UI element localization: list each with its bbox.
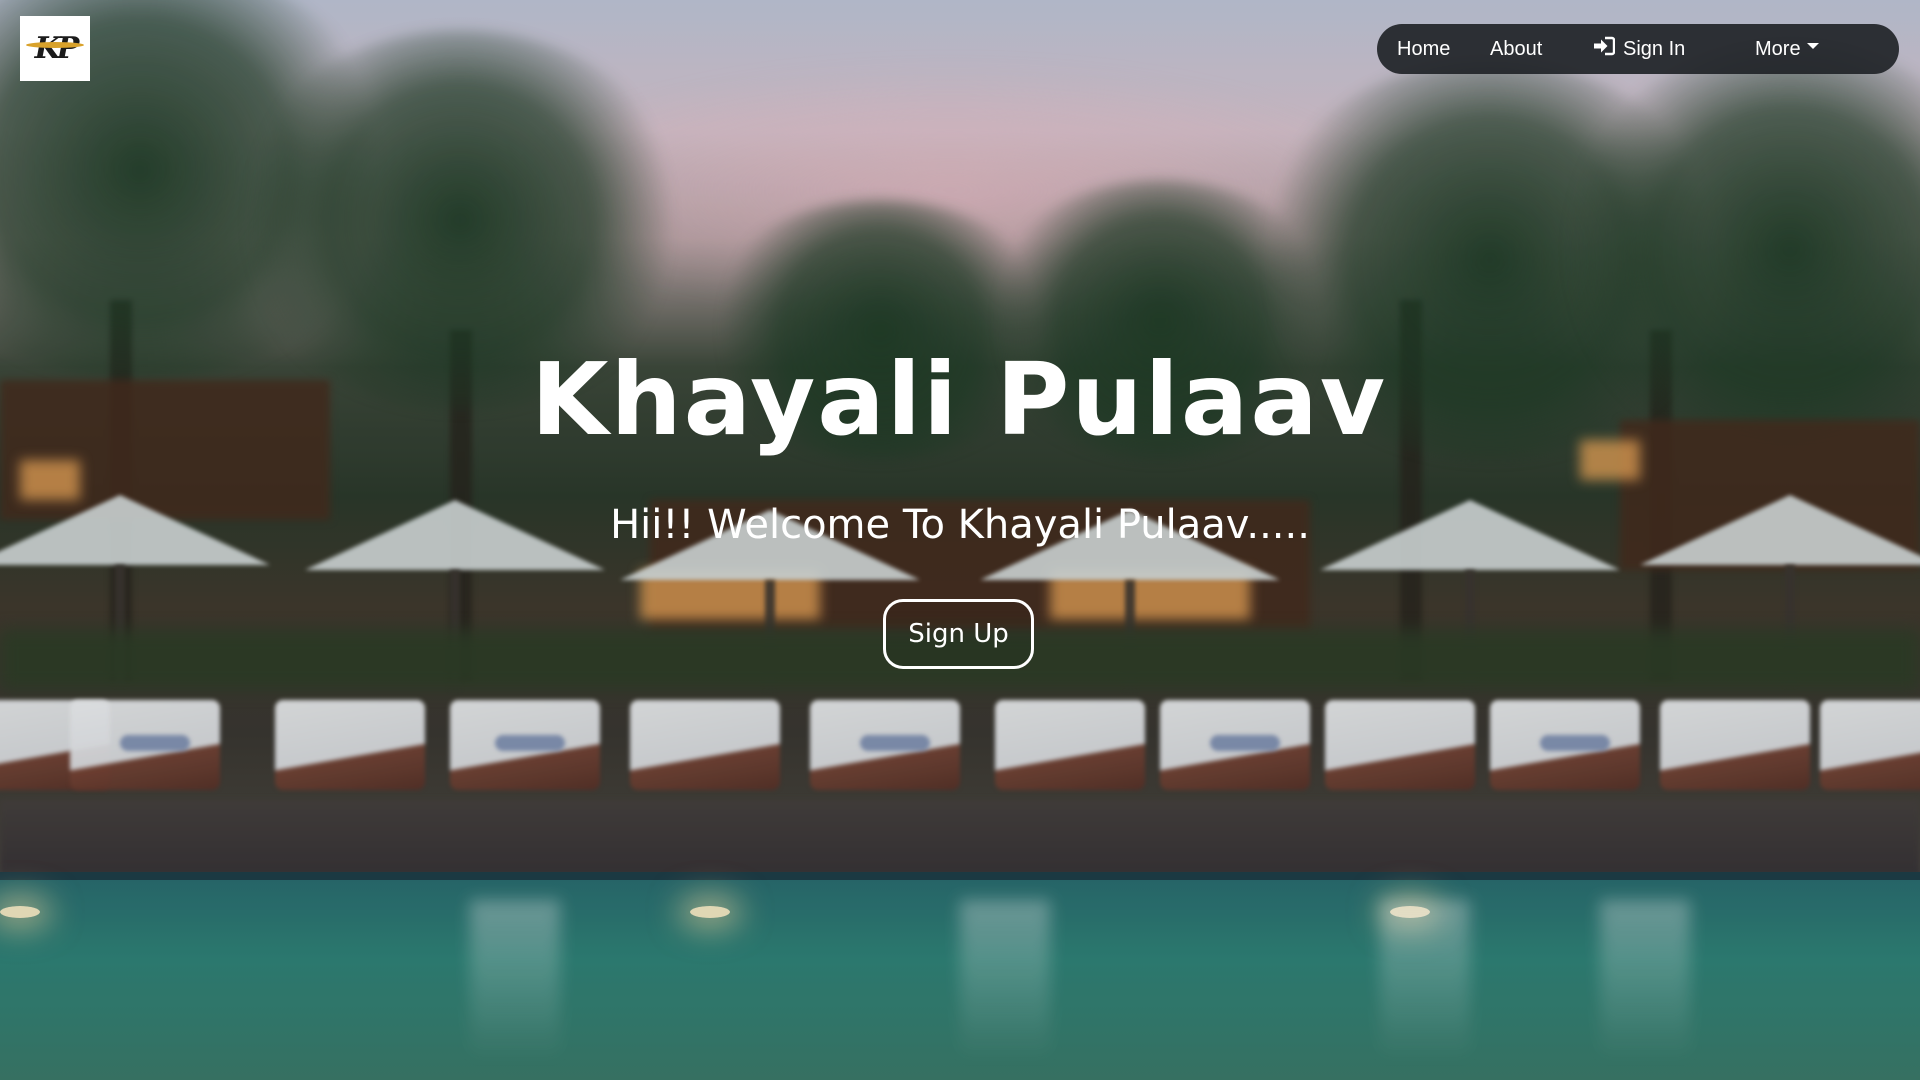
nav-more-label: More (1755, 37, 1801, 60)
sign-in-icon (1593, 36, 1616, 62)
navbar: Home About Sign In More (1377, 24, 1899, 74)
nav-more-dropdown[interactable]: More (1755, 24, 1819, 74)
sign-in-icon-svg (1594, 36, 1616, 56)
nav-home-link[interactable]: Home (1397, 24, 1450, 74)
nav-about-link[interactable]: About (1490, 24, 1542, 74)
caret-down-icon (1806, 43, 1819, 49)
signup-button[interactable]: Sign Up (883, 599, 1034, 669)
hero-subtitle: Hii!! Welcome To Khayali Pulaav..... (610, 502, 1310, 548)
brand-logo[interactable]: KP (20, 16, 90, 81)
hero-title: Khayali Pulaav (530, 341, 1388, 458)
logo-swoosh (26, 42, 84, 48)
nav-signin-link[interactable]: Sign In (1593, 24, 1685, 74)
kp-logo-icon: KP (34, 31, 80, 66)
nav-signin-label: Sign In (1623, 37, 1686, 60)
page: KP Home About Sign In More Khayali Pulaa… (0, 0, 1920, 1080)
